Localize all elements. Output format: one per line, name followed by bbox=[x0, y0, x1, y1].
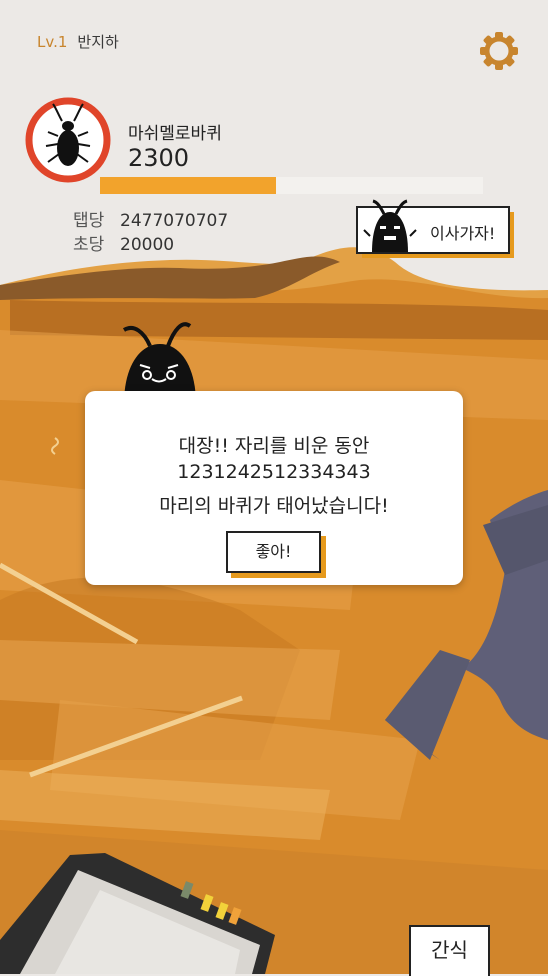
settings-button[interactable] bbox=[478, 30, 520, 72]
tap-value: 2477070707 bbox=[120, 211, 229, 231]
cockroach-face-icon bbox=[363, 199, 417, 252]
level-label: Lv.1 bbox=[37, 33, 68, 51]
gear-icon bbox=[480, 32, 518, 70]
offline-reward-dialog: 대장!! 자리를 비운 동안 1231242512334343 마리의 바퀴가 … bbox=[85, 391, 463, 585]
dialog-line-3: 마리의 바퀴가 태어났습니다! bbox=[159, 495, 389, 517]
snack-button[interactable]: 간식 bbox=[409, 925, 490, 976]
ok-button-label: 좋아! bbox=[226, 531, 321, 573]
bug-avatar bbox=[24, 96, 112, 184]
bug-name: 마쉬멜로바퀴 bbox=[128, 124, 222, 144]
move-button[interactable]: 이사가자! bbox=[356, 199, 514, 258]
dialog-line-1: 대장!! 자리를 비운 동안 bbox=[178, 435, 370, 457]
cockroach-icon bbox=[25, 97, 111, 183]
top-bar: Lv.1 반지하 bbox=[37, 31, 119, 52]
dialog-line-2: 1231242512334343 bbox=[177, 461, 371, 483]
tap-stat: 탭당 2477070707 bbox=[73, 206, 228, 231]
location-label: 반지하 bbox=[77, 33, 119, 51]
bug-count: 2300 bbox=[128, 144, 190, 172]
growth-progress-bar bbox=[100, 177, 483, 194]
sec-stat: 초당 20000 bbox=[73, 230, 174, 255]
move-button-face: 이사가자! bbox=[356, 199, 510, 254]
growth-progress-fill bbox=[100, 177, 277, 194]
tap-label: 탭당 bbox=[73, 211, 105, 231]
move-button-label: 이사가자! bbox=[430, 224, 496, 243]
ok-button[interactable]: 좋아! bbox=[226, 531, 326, 578]
sec-label: 초당 bbox=[73, 235, 105, 255]
sec-value: 20000 bbox=[120, 235, 175, 255]
